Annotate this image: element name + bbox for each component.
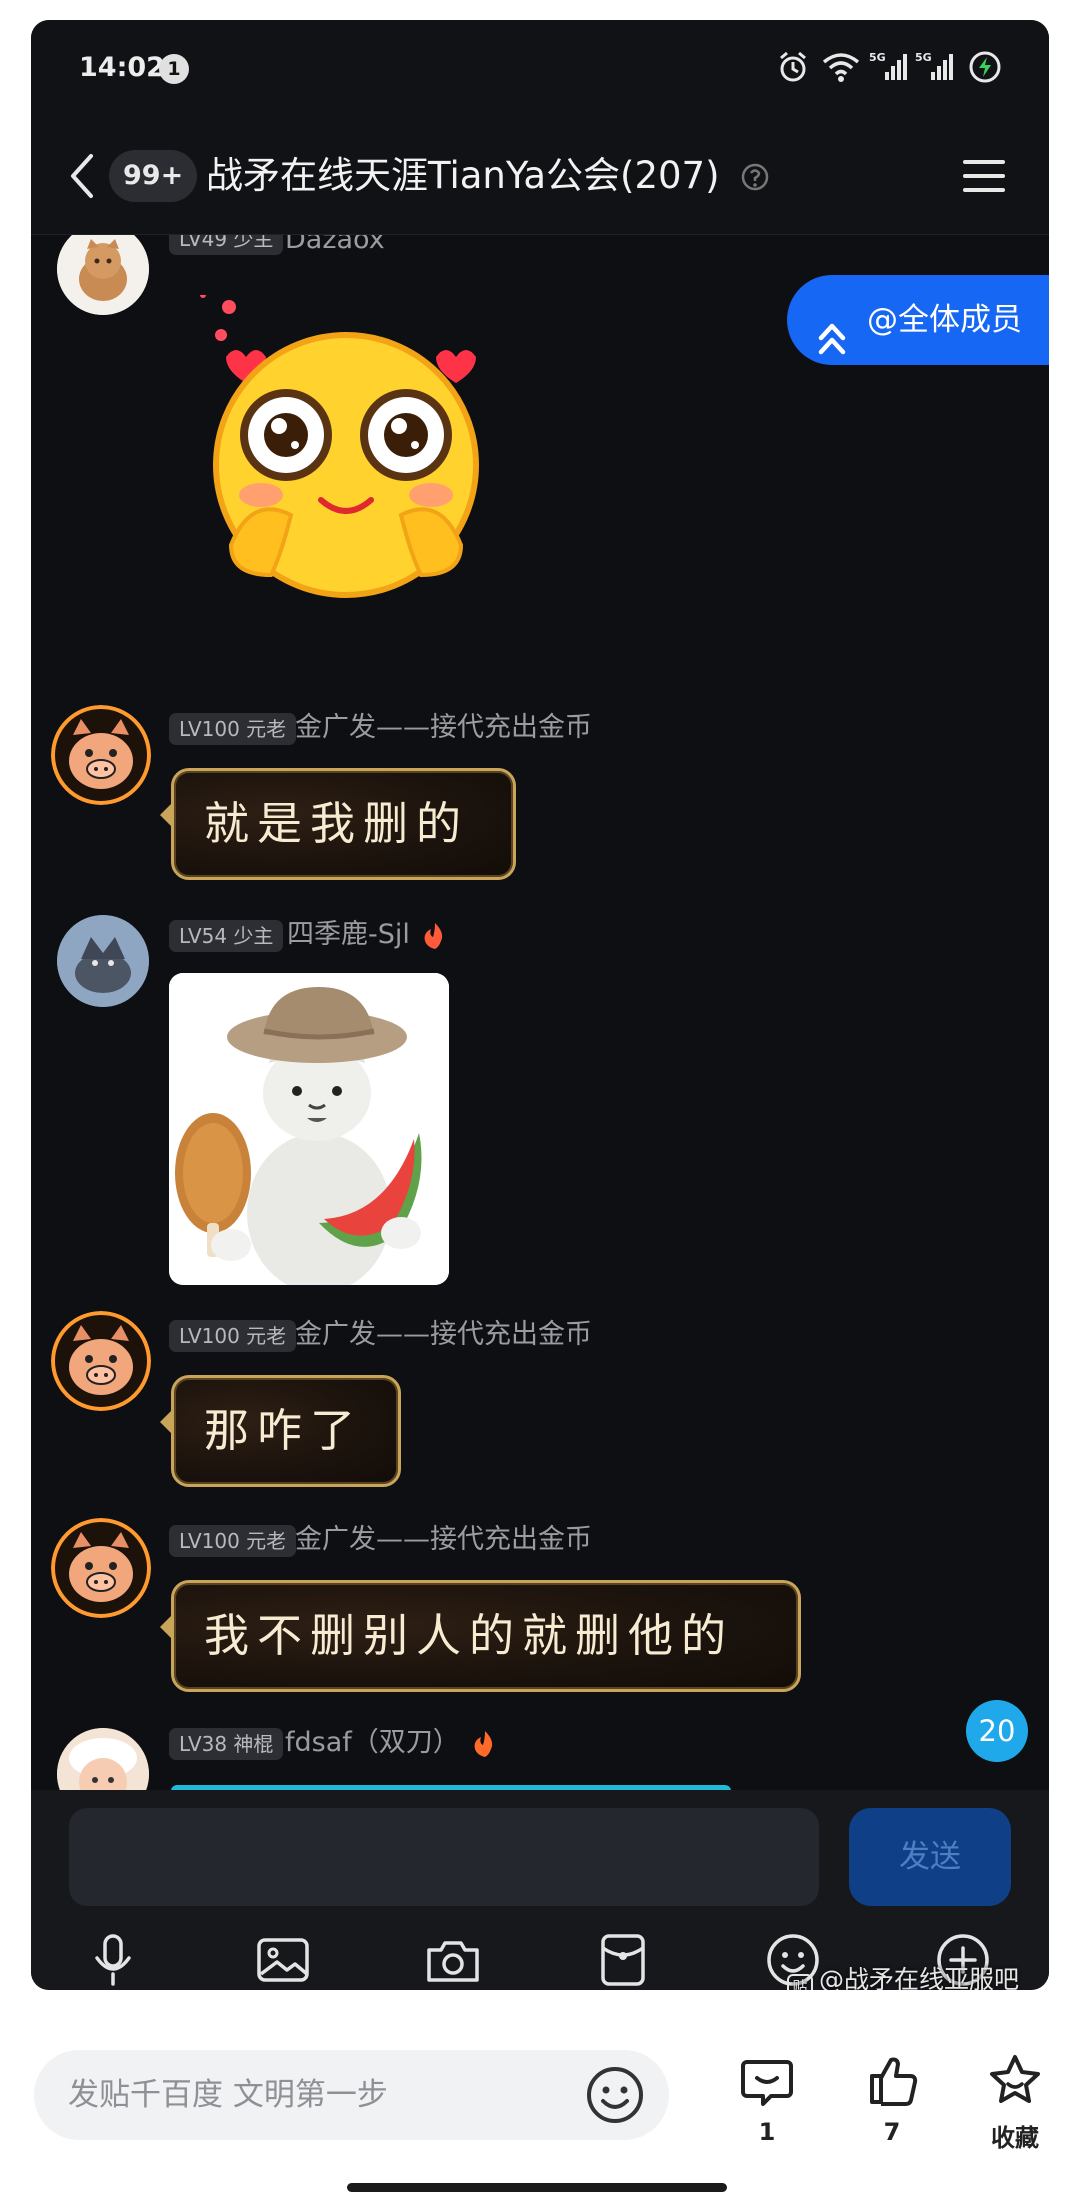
at-all-members-button[interactable]: @全体成员	[787, 275, 1049, 365]
message-bubble[interactable]: 就是我删的	[160, 768, 516, 880]
avatar[interactable]	[51, 705, 151, 805]
alarm-icon	[776, 50, 810, 88]
user-level-badge: LV38 神棍	[169, 1728, 284, 1760]
menu-icon[interactable]	[961, 156, 1007, 196]
thumbs-up-icon	[864, 2057, 920, 2112]
message-bubble[interactable]: 我不删别人的就删他的	[160, 1580, 801, 1692]
user-level-badge: LV49 少主	[169, 235, 284, 255]
cat-with-hat-sticker[interactable]	[169, 973, 449, 1285]
signal-5g-icon: 5G	[915, 50, 955, 88]
fire-badge-icon	[421, 921, 449, 955]
wifi-icon	[821, 50, 861, 88]
input-bar: 发送 贴 @战矛在线亚服吧	[31, 1790, 1049, 1990]
avatar[interactable]	[57, 235, 149, 315]
unread-count-badge[interactable]: 99+	[109, 150, 198, 202]
home-indicator[interactable]	[347, 2183, 727, 2192]
camera-icon[interactable]	[423, 1930, 483, 1990]
emoji-icon[interactable]	[584, 2064, 646, 2130]
page: 14:02 1 5G 5G 99+ 战矛在线天涯TianYa公会(207) LV…	[0, 0, 1080, 2210]
favorite-label: 收藏	[991, 2124, 1039, 2152]
status-time: 14:02	[79, 52, 165, 83]
signal-5g-icon: 5G	[869, 50, 909, 88]
reply-input[interactable]: 发贴千百度 文明第一步	[34, 2050, 669, 2140]
star-icon	[987, 2055, 1043, 2112]
fire-badge-icon	[471, 1729, 499, 1763]
notification-count-badge: 1	[159, 54, 189, 84]
username[interactable]: 四季鹿-Sjl	[287, 918, 410, 952]
comment-button[interactable]: 1	[722, 2050, 812, 2150]
chat-screenshot: 14:02 1 5G 5G 99+ 战矛在线天涯TianYa公会(207) LV…	[31, 20, 1049, 1990]
username[interactable]: Dazaox	[285, 235, 385, 257]
send-button[interactable]: 发送	[849, 1808, 1011, 1906]
user-level-badge: LV100 元老	[169, 713, 297, 745]
tieba-logo-icon: 贴	[787, 1974, 813, 1990]
like-count: 7	[883, 2118, 901, 2146]
back-icon[interactable]	[61, 148, 101, 204]
svg-text:5G: 5G	[869, 51, 886, 64]
user-level-badge: LV100 元老	[169, 1525, 297, 1557]
avatar[interactable]	[51, 1311, 151, 1411]
avatar[interactable]	[51, 1518, 151, 1618]
favorite-button[interactable]: 收藏	[970, 2050, 1060, 2152]
image-icon[interactable]	[253, 1930, 313, 1990]
reply-placeholder: 发贴千百度 文明第一步	[68, 2077, 388, 2113]
battery-charging-icon	[968, 50, 1002, 88]
double-chevron-up-icon	[817, 301, 847, 391]
watermark: 贴 @战矛在线亚服吧	[787, 1960, 1019, 1990]
username[interactable]: 金广发——接代充出金币	[295, 1318, 592, 1352]
user-level-badge: LV100 元老	[169, 1320, 297, 1352]
user-level-badge: LV54 少主	[169, 920, 284, 952]
comment-icon	[739, 2060, 795, 2114]
love-eyes-emoji-sticker[interactable]	[191, 292, 501, 605]
avatar[interactable]	[57, 1728, 149, 1790]
chat-header: 99+ 战矛在线天涯TianYa公会(207)	[31, 120, 1049, 235]
svg-text:5G: 5G	[915, 51, 932, 64]
avatar[interactable]	[57, 915, 149, 1007]
username[interactable]: fdsaf（双刀）	[285, 1726, 460, 1760]
status-bar: 14:02 1 5G 5G	[31, 20, 1049, 120]
watermark-text: @战矛在线亚服吧	[819, 1965, 1020, 1990]
comment-count: 1	[758, 2118, 776, 2146]
username[interactable]: 金广发——接代充出金币	[295, 711, 592, 745]
at-all-label: @全体成员	[867, 302, 1022, 338]
new-messages-count-badge[interactable]: 20	[966, 1700, 1028, 1762]
like-button[interactable]: 7	[847, 2050, 937, 2150]
message-input[interactable]	[69, 1808, 819, 1906]
message-list[interactable]: LV49 少主 Dazaox @全体成员 LV100 元老 金广发——接代充出金…	[31, 235, 1049, 1790]
microphone-icon[interactable]	[83, 1930, 143, 1990]
red-packet-icon[interactable]	[593, 1930, 653, 1990]
message-bubble[interactable]: 那咋了	[160, 1375, 401, 1487]
help-icon[interactable]	[741, 162, 769, 196]
chat-title[interactable]: 战矛在线天涯TianYa公会(207)	[206, 150, 720, 202]
username[interactable]: 金广发——接代充出金币	[295, 1523, 592, 1557]
